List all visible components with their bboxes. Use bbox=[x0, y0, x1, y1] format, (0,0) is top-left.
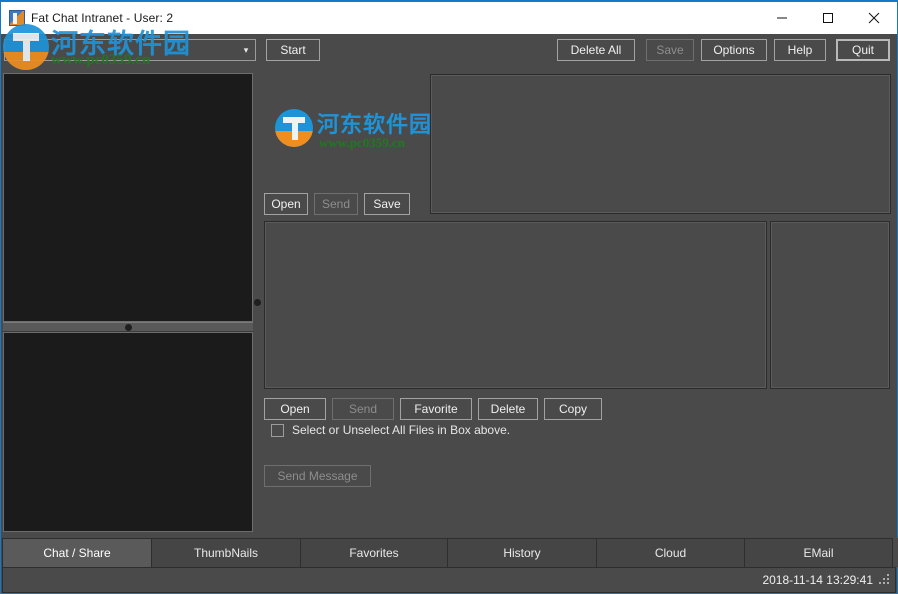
top-toolbar: ▾ Start Delete All Save Options Help Qui… bbox=[1, 34, 897, 71]
status-right-group: 2018-11-14 13:29:41 bbox=[762, 573, 895, 587]
window-title: Fat Chat Intranet - User: 2 bbox=[31, 11, 174, 25]
help-button[interactable]: Help bbox=[774, 39, 826, 61]
select-all-checkbox[interactable] bbox=[271, 423, 284, 437]
vertical-splitter[interactable] bbox=[253, 73, 261, 532]
tab-chat-share[interactable]: Chat / Share bbox=[2, 538, 152, 567]
select-all-row[interactable]: Select or Unselect All Files in Box abov… bbox=[271, 423, 510, 437]
left-column bbox=[3, 73, 253, 532]
quit-button[interactable]: Quit bbox=[836, 39, 890, 61]
maximize-icon bbox=[823, 12, 833, 23]
tab-history[interactable]: History bbox=[447, 538, 597, 567]
application-window: Fat Chat Intranet - User: 2 ▾ Start Dele… bbox=[0, 0, 898, 594]
status-bar: 2018-11-14 13:29:41 bbox=[2, 567, 896, 593]
maximize-button[interactable] bbox=[805, 2, 851, 33]
close-button[interactable] bbox=[851, 2, 897, 33]
close-icon bbox=[868, 12, 880, 23]
send-message-button[interactable]: Send Message bbox=[264, 465, 371, 487]
tab-cloud[interactable]: Cloud bbox=[596, 538, 745, 567]
bottom-tab-bar: Chat / Share ThumbNails Favorites Histor… bbox=[2, 538, 898, 567]
file-list-box[interactable] bbox=[264, 221, 767, 389]
image-preview-pane[interactable] bbox=[261, 73, 428, 193]
user-select-combobox[interactable]: ▾ bbox=[4, 39, 256, 61]
status-timestamp: 2018-11-14 13:29:41 bbox=[762, 573, 873, 587]
splitter-grip bbox=[124, 323, 132, 331]
app-icon bbox=[9, 10, 25, 26]
main-content-area: Open Send Save Open Send Favorite Delete… bbox=[261, 73, 895, 532]
file-copy-button[interactable]: Copy bbox=[544, 398, 602, 420]
secondary-list-box[interactable] bbox=[770, 221, 890, 389]
thumbnail-display-pane[interactable] bbox=[430, 74, 891, 214]
select-all-label: Select or Unselect All Files in Box abov… bbox=[292, 423, 511, 437]
chevron-down-icon[interactable]: ▾ bbox=[237, 40, 255, 60]
minimize-icon bbox=[777, 17, 787, 18]
horizontal-splitter[interactable] bbox=[3, 322, 253, 332]
title-bar: Fat Chat Intranet - User: 2 bbox=[1, 2, 897, 34]
chat-input-pane[interactable] bbox=[3, 332, 253, 532]
file-send-button[interactable]: Send bbox=[332, 398, 394, 420]
preview-action-buttons: Open Send Save bbox=[264, 193, 410, 215]
options-button[interactable]: Options bbox=[701, 39, 767, 61]
file-open-button[interactable]: Open bbox=[264, 398, 326, 420]
file-favorite-button[interactable]: Favorite bbox=[400, 398, 472, 420]
tab-email[interactable]: EMail bbox=[744, 538, 893, 567]
splitter-grip bbox=[253, 299, 261, 306]
file-delete-button[interactable]: Delete bbox=[478, 398, 538, 420]
start-button[interactable]: Start bbox=[266, 39, 320, 61]
minimize-button[interactable] bbox=[759, 2, 805, 33]
preview-save-button[interactable]: Save bbox=[364, 193, 410, 215]
chat-messages-pane[interactable] bbox=[3, 73, 253, 322]
resize-grip-icon[interactable] bbox=[879, 574, 891, 586]
save-button[interactable]: Save bbox=[646, 39, 694, 61]
file-action-buttons: Open Send Favorite Delete Copy bbox=[264, 398, 602, 420]
delete-all-button[interactable]: Delete All bbox=[557, 39, 635, 61]
preview-open-button[interactable]: Open bbox=[264, 193, 308, 215]
tab-thumbnails[interactable]: ThumbNails bbox=[151, 538, 301, 567]
preview-send-button[interactable]: Send bbox=[314, 193, 358, 215]
window-controls bbox=[759, 2, 897, 34]
tab-favorites[interactable]: Favorites bbox=[300, 538, 448, 567]
